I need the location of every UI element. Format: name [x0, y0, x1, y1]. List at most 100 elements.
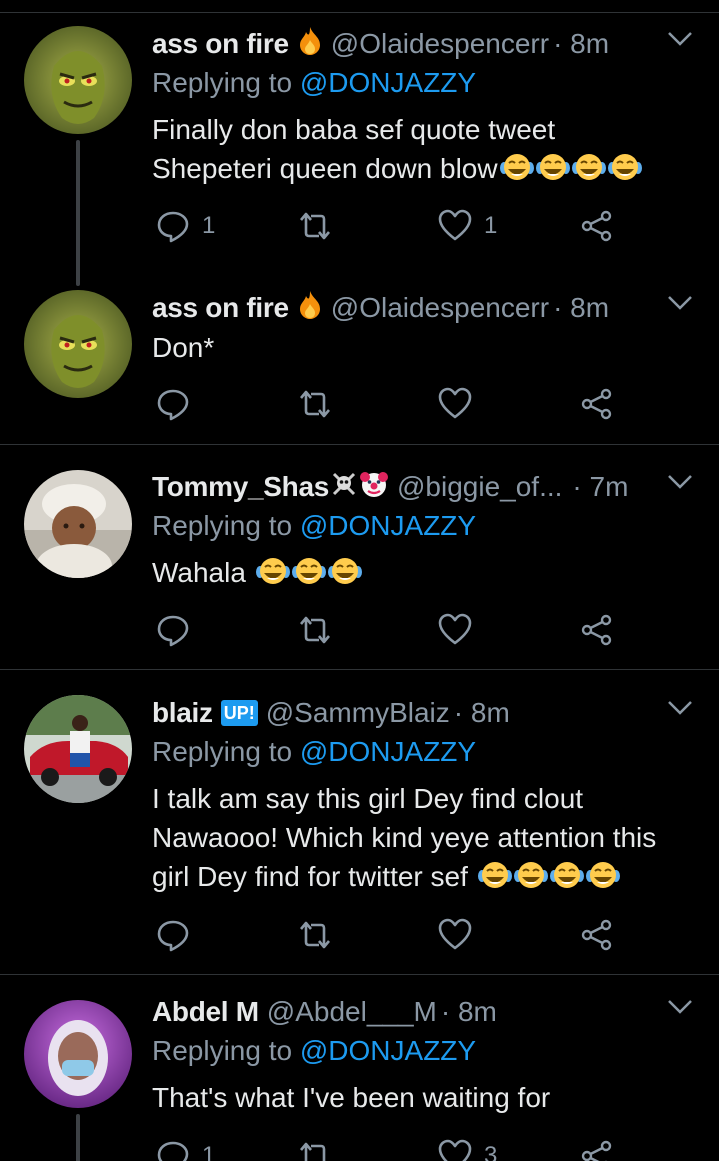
fire-icon — [297, 26, 323, 63]
tweet-text-line: Finally don baba sef quote tweet — [152, 114, 556, 145]
chevron-down-icon[interactable] — [667, 294, 693, 312]
share-button[interactable] — [580, 915, 614, 955]
display-name[interactable]: blaiz — [152, 697, 213, 729]
retweet-button[interactable] — [298, 384, 332, 424]
replying-mention[interactable]: @DONJAZZY — [300, 736, 476, 767]
laughing-tears-icon — [549, 860, 584, 890]
tweet-text-line-with-emoji: Shepeteri queen down blow — [152, 149, 712, 188]
replying-to: Replying to @DONJAZZY — [152, 736, 476, 768]
tweet-text-line: Don* — [152, 332, 215, 363]
timestamp[interactable]: · 8m — [454, 697, 510, 729]
handle[interactable]: @biggie_of... — [397, 471, 562, 503]
replying-prefix: Replying to — [152, 67, 293, 98]
avatar-purple[interactable] — [24, 1000, 132, 1108]
display-name[interactable]: Tommy_Shas — [152, 471, 329, 503]
display-name[interactable]: ass on fire — [152, 28, 289, 60]
avatar-grinch[interactable] — [24, 290, 132, 398]
heart-icon — [438, 209, 472, 241]
avatar-grinch[interactable] — [24, 26, 132, 134]
laughing-tears-icon — [327, 556, 362, 586]
reply-icon — [157, 211, 189, 243]
handle[interactable]: @Abdel___M — [267, 996, 437, 1028]
action-bar — [152, 384, 632, 424]
up-badge: UP! — [220, 700, 258, 726]
retweet-icon — [300, 921, 330, 949]
like-button[interactable] — [438, 915, 472, 955]
share-icon — [581, 919, 612, 951]
share-icon — [581, 1140, 612, 1161]
replying-mention[interactable]: @DONJAZZY — [300, 1035, 476, 1066]
replying-to: Replying to @DONJAZZY — [152, 510, 476, 542]
display-name[interactable]: ass on fire — [152, 292, 289, 324]
like-button[interactable] — [438, 384, 472, 424]
divider — [0, 444, 719, 445]
tweet-header: ass on fire @Olaidespencerr · 8m — [152, 26, 719, 62]
laughing-emoji-group — [254, 557, 362, 588]
reply-button[interactable]: 1 — [156, 1136, 215, 1161]
action-bar: 1 1 — [152, 206, 632, 246]
retweet-button[interactable] — [298, 915, 332, 955]
reply-button[interactable] — [156, 610, 190, 650]
heart-icon — [438, 918, 472, 950]
like-count: 3 — [484, 1142, 498, 1161]
share-button[interactable] — [580, 610, 614, 650]
divider — [0, 669, 719, 670]
reply-count: 1 — [202, 212, 216, 239]
handle[interactable]: @Olaidespencerr — [331, 28, 549, 60]
thread-line — [76, 1114, 80, 1161]
like-count: 1 — [484, 212, 498, 239]
tweet-text: Finally don baba sef quote tweet Shepete… — [152, 110, 712, 188]
display-name[interactable]: Abdel M — [152, 996, 259, 1028]
retweet-button[interactable] — [298, 1136, 332, 1161]
avatar-car[interactable] — [24, 695, 132, 803]
retweet-button[interactable] — [298, 610, 332, 650]
top-divider — [0, 12, 719, 13]
handle[interactable]: @Olaidespencerr — [331, 292, 549, 324]
reply-icon — [157, 1141, 189, 1161]
replying-prefix: Replying to — [152, 510, 293, 541]
chevron-down-icon[interactable] — [667, 30, 693, 48]
reply-icon — [157, 615, 189, 647]
action-bar — [152, 610, 632, 650]
laughing-tears-icon — [585, 860, 620, 890]
replying-mention[interactable]: @DONJAZZY — [300, 510, 476, 541]
tweet-header: blaiz UP! @SammyBlaiz · 8m — [152, 695, 719, 731]
like-button[interactable]: 1 — [438, 206, 497, 246]
laughing-tears-icon — [477, 860, 512, 890]
retweet-button[interactable] — [298, 206, 332, 246]
share-button[interactable] — [580, 206, 614, 246]
chevron-down-icon[interactable] — [667, 998, 693, 1016]
handle[interactable]: @SammyBlaiz — [266, 697, 450, 729]
like-button[interactable]: 3 — [438, 1136, 497, 1161]
like-button[interactable] — [438, 610, 472, 650]
reply-button[interactable] — [156, 915, 190, 955]
share-icon — [581, 388, 612, 420]
purple-avatar-icon — [24, 1000, 132, 1108]
chevron-down-icon[interactable] — [667, 699, 693, 717]
tweet-header: Tommy_Shas @biggie_of... · 7m — [152, 469, 719, 505]
tweet-text: That's what I've been waiting for — [152, 1078, 712, 1117]
replying-to: Replying to @DONJAZZY — [152, 67, 476, 99]
chevron-down-icon[interactable] — [667, 473, 693, 491]
avatar-baby[interactable] — [24, 470, 132, 578]
timestamp[interactable]: · 8m — [553, 28, 609, 60]
timestamp[interactable]: · 8m — [441, 996, 497, 1028]
tweet-text-line-with-emoji: girl Dey find for twitter sef — [152, 857, 712, 896]
share-button[interactable] — [580, 384, 614, 424]
replying-mention[interactable]: @DONJAZZY — [300, 67, 476, 98]
timestamp[interactable]: · 8m — [553, 292, 609, 324]
laughing-tears-icon — [255, 556, 290, 586]
reply-icon — [157, 920, 189, 952]
tweet-text-line: That's what I've been waiting for — [152, 1082, 551, 1113]
reply-button[interactable]: 1 — [156, 206, 215, 246]
laughing-tears-icon — [607, 152, 642, 182]
skull-crossbones-icon — [331, 471, 357, 504]
timestamp[interactable]: · 7m — [572, 471, 628, 503]
reply-button[interactable] — [156, 384, 190, 424]
laughing-tears-icon — [499, 152, 534, 182]
share-button[interactable] — [580, 1136, 614, 1161]
tweet-text: I talk am say this girl Dey find clout N… — [152, 779, 712, 896]
tweet-text-line-with-emoji: Wahala — [152, 553, 712, 592]
heart-icon — [438, 613, 472, 645]
heart-icon — [438, 1139, 472, 1161]
